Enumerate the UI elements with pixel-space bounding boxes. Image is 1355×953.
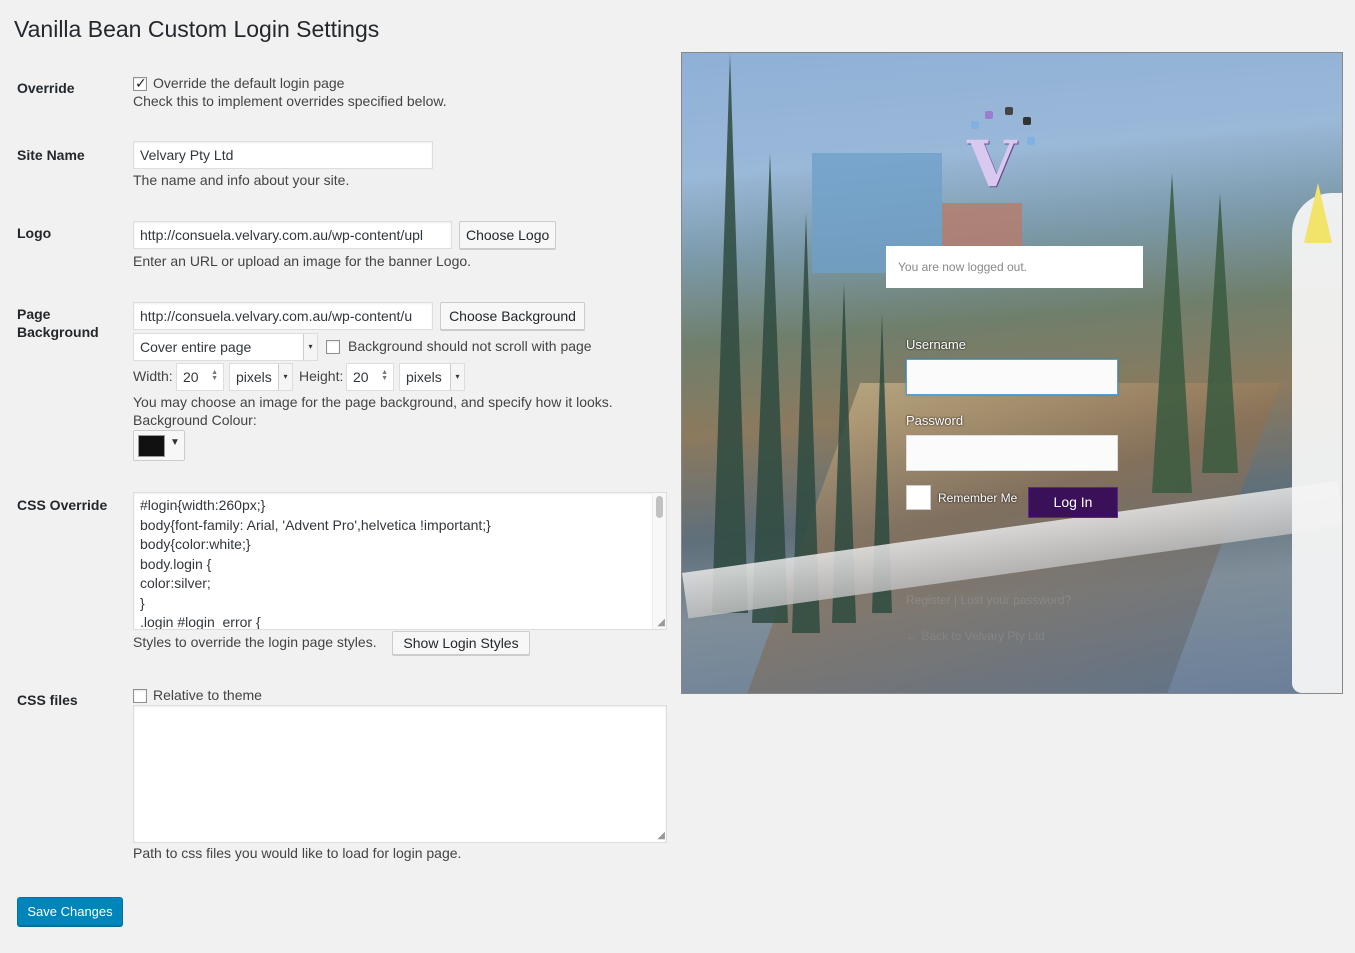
preview-tree	[1202, 193, 1238, 473]
remember-me-checkbox[interactable]	[906, 485, 931, 510]
background-colour-picker[interactable]: ▼	[133, 430, 185, 461]
preview-cockatoo-crest	[1304, 183, 1332, 243]
logo-help: Enter an URL or upload an image for the …	[133, 253, 472, 269]
override-help: Check this to implement overrides specif…	[133, 93, 447, 109]
scrollbar-thumb[interactable]	[656, 496, 663, 518]
login-preview: V You are now logged out. Username Passw…	[681, 52, 1343, 694]
css-override-textarea[interactable]: #login{width:260px;} body{font-family: A…	[133, 492, 667, 630]
css-override-label: CSS Override	[17, 497, 108, 513]
site-name-input[interactable]: Velvary Pty Ltd	[133, 141, 433, 169]
resize-handle-icon[interactable]: ◢	[657, 618, 665, 628]
width-value: 20	[183, 369, 199, 385]
dropdown-arrow-icon: ▾	[450, 364, 464, 390]
spinner-icon: ▲ ▼	[211, 369, 218, 382]
no-scroll-label: Background should not scroll with page	[348, 338, 592, 354]
password-input[interactable]	[906, 435, 1118, 471]
width-unit-select[interactable]: pixels ▾	[229, 363, 293, 391]
colour-swatch	[138, 435, 165, 457]
remember-me-label: Remember Me	[938, 491, 1018, 505]
css-line: #login{width:260px;}	[140, 497, 266, 513]
background-colour-label: Background Colour:	[133, 412, 257, 428]
username-label: Username	[906, 337, 966, 352]
width-input[interactable]: 20 ▲ ▼	[176, 363, 224, 391]
username-input[interactable]	[906, 359, 1118, 395]
checkmark-icon: ✓	[135, 75, 147, 91]
logo-label: Logo	[17, 225, 52, 241]
resize-handle-icon[interactable]: ◢	[657, 831, 665, 841]
override-label: Override	[17, 80, 75, 96]
choose-logo-button[interactable]: Choose Logo	[459, 221, 556, 249]
back-to-site-link[interactable]: ← Back to Velvary Pty Ltd	[906, 629, 1045, 643]
logo-url-input[interactable]: http://consuela.velvary.com.au/wp-conten…	[133, 221, 452, 249]
background-help: You may choose an image for the page bac…	[133, 394, 613, 410]
preview-cockatoo	[1292, 193, 1342, 693]
css-line: body{font-family: Arial, 'Advent Pro',he…	[140, 516, 491, 533]
preview-tree	[1152, 173, 1192, 493]
css-override-help: Styles to override the login page styles…	[133, 634, 377, 650]
height-unit-select[interactable]: pixels ▾	[399, 363, 465, 391]
site-name-help: The name and info about your site.	[133, 172, 350, 188]
background-label-line2: Background	[17, 324, 99, 340]
width-label: Width:	[133, 368, 173, 384]
no-scroll-checkbox[interactable]	[326, 340, 340, 354]
choose-background-button[interactable]: Choose Background	[440, 302, 585, 330]
spinner-icon: ▲ ▼	[381, 369, 388, 382]
css-line: body{color:white;}	[140, 536, 251, 552]
css-line: }	[140, 594, 145, 611]
css-line: body.login {	[140, 555, 212, 572]
height-unit-value: pixels	[406, 369, 442, 385]
register-lost-password-links[interactable]: Register | Lost your password?	[906, 593, 1071, 607]
dropdown-arrow-icon: ▾	[278, 364, 292, 390]
save-changes-button[interactable]: Save Changes	[17, 897, 123, 926]
logged-out-message: You are now logged out.	[886, 246, 1143, 288]
dropdown-arrow-icon: ▾	[303, 334, 317, 360]
height-value: 20	[353, 369, 369, 385]
site-logo: V	[967, 127, 1017, 202]
password-label: Password	[906, 413, 964, 428]
override-checkbox[interactable]: ✓	[133, 75, 147, 91]
relative-to-theme-label: Relative to theme	[153, 687, 262, 703]
css-files-textarea[interactable]: ◢	[133, 705, 667, 843]
css-files-label: CSS files	[17, 692, 78, 708]
background-url-input[interactable]: http://consuela.velvary.com.au/wp-conten…	[133, 302, 433, 330]
site-name-label: Site Name	[17, 147, 85, 163]
css-line: .login #login_error {	[140, 614, 261, 630]
preview-tree	[752, 153, 788, 623]
background-label-line1: Page	[17, 306, 51, 322]
width-unit-value: pixels	[236, 369, 272, 385]
page-title: Vanilla Bean Custom Login Settings	[14, 16, 380, 42]
log-in-button[interactable]: Log In	[1028, 487, 1118, 518]
relative-to-theme-checkbox[interactable]	[133, 689, 147, 703]
height-input[interactable]: 20 ▲ ▼	[346, 363, 394, 391]
scrollbar[interactable]	[652, 493, 666, 629]
css-files-value	[134, 706, 666, 726]
dropdown-arrow-icon: ▼	[170, 437, 180, 448]
background-size-value: Cover entire page	[140, 339, 252, 355]
css-line: color:silver;	[140, 575, 211, 591]
css-files-help: Path to css files you would like to load…	[133, 845, 462, 861]
background-size-select[interactable]: Cover entire page ▾	[133, 333, 318, 361]
show-login-styles-button[interactable]: Show Login Styles	[392, 631, 530, 655]
height-label: Height:	[299, 368, 344, 384]
preview-tree	[712, 53, 748, 613]
override-checkbox-label: Override the default login page	[153, 75, 345, 91]
